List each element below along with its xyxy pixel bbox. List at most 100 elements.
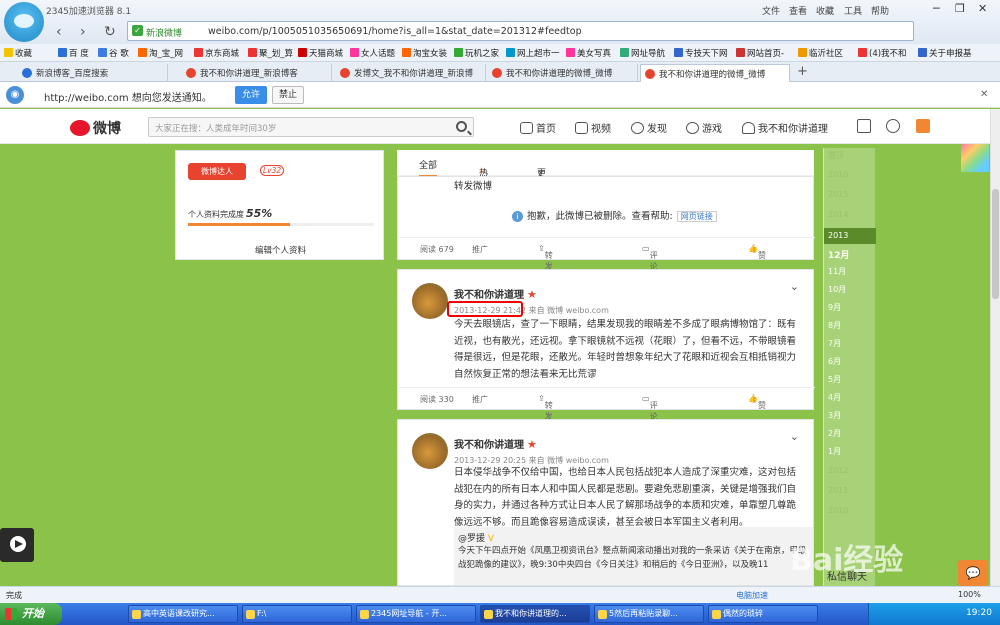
repost-button[interactable]: ⇪ 转发 [538, 244, 553, 271]
bookmark-item[interactable]: 百 度 [58, 47, 89, 59]
avatar[interactable] [412, 283, 448, 319]
tab-1[interactable]: 新浪博客_百度搜索 [18, 64, 168, 82]
back-icon[interactable]: ‹ [56, 24, 62, 40]
taskbar-item[interactable]: 高中英语课改研究... [128, 605, 238, 623]
timeline-month[interactable]: 5月 [824, 374, 876, 385]
post-menu-chevron-icon[interactable]: ⌄ [790, 430, 799, 443]
timeline-month[interactable]: 4月 [824, 392, 876, 403]
deny-button[interactable]: 禁止 [272, 86, 304, 104]
expert-badge[interactable]: 微博达人 [188, 163, 246, 180]
edit-profile-link[interactable]: 编辑个人资料 [176, 244, 385, 256]
timeline-item-selected[interactable]: 2013 [824, 228, 876, 244]
taskbar-item[interactable]: 偶然的琐碎 [708, 605, 818, 623]
post-menu-chevron-icon[interactable]: ⌄ [790, 280, 799, 293]
new-tab-icon[interactable]: + [797, 64, 808, 79]
video-player-button[interactable] [0, 528, 34, 562]
settings-gear-icon[interactable] [886, 119, 900, 133]
post-username[interactable]: 我不和你讲道理 ★ [454, 286, 537, 301]
taskbar-item[interactable]: 2345网址导航 - 开... [356, 605, 476, 623]
nav-profile[interactable]: 我不和你讲道理 [742, 120, 828, 135]
timeline-item[interactable]: 2015 [824, 190, 876, 199]
pc-accelerate-link[interactable]: 电脑加速 [736, 590, 768, 601]
tab-5-active[interactable]: 我不和你讲道理的微博_微博 [640, 64, 790, 82]
start-button[interactable]: 开始 [0, 603, 62, 625]
avatar[interactable] [412, 433, 448, 469]
level-badge[interactable]: Lv32 [260, 165, 285, 176]
search-icon[interactable] [456, 121, 467, 132]
timeline-month[interactable]: 2月 [824, 428, 876, 439]
post-username[interactable]: 我不和你讲道理 ★ [454, 436, 537, 451]
bookmark-item[interactable]: 专技天下网 [674, 47, 728, 59]
bookmark-item[interactable]: 玩机之家 [454, 47, 499, 59]
bookmark-item[interactable]: 谷 歌 [98, 47, 129, 59]
menu-file[interactable]: 文件 [762, 4, 780, 17]
bookmark-item[interactable]: 关于申报基 [918, 47, 972, 59]
url-text[interactable]: weibo.com/p/1005051035650691/home?is_all… [208, 26, 582, 37]
timeline-item[interactable]: 2011 [824, 486, 876, 495]
bookmark-item[interactable]: 网址导航 [620, 47, 665, 59]
comment-button[interactable]: ▭ 评论 [642, 394, 658, 421]
menu-tools[interactable]: 工具 [844, 4, 862, 17]
timeline-month[interactable]: 10月 [824, 284, 876, 295]
timeline-month[interactable]: 6月 [824, 356, 876, 367]
like-button[interactable]: 👍 赞 [748, 394, 766, 410]
close-icon[interactable]: ✕ [978, 2, 987, 15]
clock[interactable]: 19:20 [966, 608, 992, 618]
forward-icon[interactable]: › [80, 24, 86, 40]
tab-4[interactable]: 我不和你讲道理的微博_微博 [488, 64, 638, 82]
comment-button[interactable]: ▭ 评论 [642, 244, 658, 271]
tab-2[interactable]: 我不和你讲道理_新浪博客 [182, 64, 332, 82]
bookmark-item[interactable]: 京东商城 [194, 47, 239, 59]
private-message-link[interactable]: 私信聊天 [827, 568, 867, 583]
bookmark-item[interactable]: 聚_划_算 [248, 47, 293, 59]
minimize-icon[interactable]: ─ [933, 2, 940, 15]
bookmark-item[interactable]: 天猫商城 [298, 47, 343, 59]
bookmark-item[interactable]: 临沂社区 [798, 47, 843, 59]
promote-button[interactable]: 推广 [472, 244, 488, 255]
timeline-month[interactable]: 1月 [824, 446, 876, 457]
weibo-logo[interactable]: 微博 [70, 118, 121, 138]
nav-home[interactable]: 首页 [520, 120, 556, 135]
scrollbar-thumb[interactable] [992, 189, 999, 299]
notification-close-icon[interactable]: ✕ [980, 89, 988, 100]
maximize-icon[interactable]: ❐ [955, 2, 965, 15]
bookmark-item[interactable]: 网上超市一 [506, 47, 560, 59]
feed-tab-all[interactable]: 全部 [419, 158, 438, 177]
timeline-month[interactable]: 7月 [824, 338, 876, 349]
timeline-month[interactable]: 3月 [824, 410, 876, 421]
timeline-month[interactable]: 12月 [824, 248, 876, 261]
bookmark-item[interactable]: 淘_宝_网 [138, 47, 183, 59]
timeline-item[interactable]: 2010 [824, 506, 876, 515]
timeline-month[interactable]: 11月 [824, 266, 876, 277]
zoom-level[interactable]: 100% [958, 590, 981, 599]
nav-games[interactable]: 游戏 [686, 120, 722, 135]
taskbar-item[interactable]: F:\ [242, 605, 352, 623]
tab-3[interactable]: 发博文_我不和你讲道理_新浪博 [336, 64, 486, 82]
bookmark-item[interactable]: 网站首页- [736, 47, 784, 59]
timeline-month[interactable]: 9月 [824, 302, 876, 313]
menu-view[interactable]: 查看 [789, 4, 807, 17]
bookmark-item[interactable]: 收藏 [4, 47, 32, 59]
bookmark-item[interactable]: 美女写真 [566, 47, 611, 59]
quote-author[interactable]: @罗援 V [458, 531, 810, 544]
like-button[interactable]: 👍 赞 [748, 244, 766, 260]
allow-button[interactable]: 允许 [235, 86, 267, 104]
bookmark-item[interactable]: (4)我不和 [858, 47, 907, 59]
taskbar-item[interactable]: 5然后再粘贴录聊... [594, 605, 704, 623]
compose-icon[interactable] [916, 119, 930, 133]
search-input[interactable]: 大家正在搜：人类成年时间30岁 [148, 117, 474, 137]
taskbar-item-active[interactable]: 我不和你讲道理的... [480, 605, 590, 623]
chat-icon[interactable]: 💬 [958, 560, 988, 586]
timeline-item[interactable]: 2012 [824, 466, 876, 475]
address-bar[interactable]: ✓ 新浪微博 weibo.com/p/1005051035650691/home… [127, 21, 914, 41]
bookmark-item[interactable]: 女人话题 [350, 47, 395, 59]
post-time[interactable]: 2013-12-29 20:25 [454, 456, 526, 465]
timeline-month[interactable]: 8月 [824, 320, 876, 331]
mail-icon[interactable] [857, 119, 871, 133]
timeline-item[interactable]: 2014 [824, 210, 876, 219]
repost-button[interactable]: ⇪ 转发 [538, 394, 553, 421]
timeline-item[interactable]: 置顶 [824, 150, 876, 161]
promote-button[interactable]: 推广 [472, 394, 488, 405]
menu-help[interactable]: 帮助 [871, 4, 889, 17]
nav-discover[interactable]: 发现 [631, 120, 667, 135]
